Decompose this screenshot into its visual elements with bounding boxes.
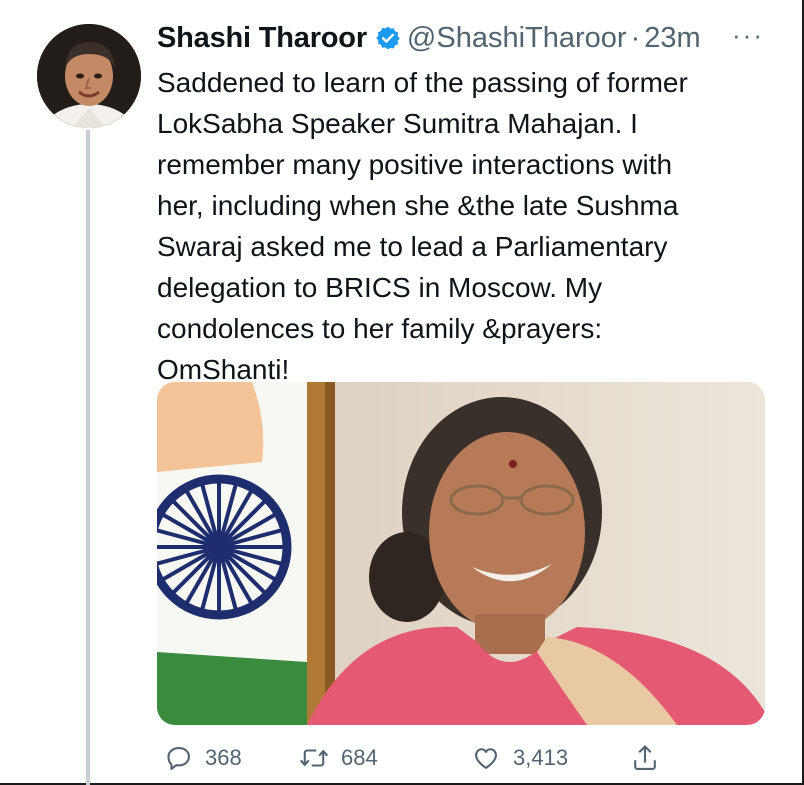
reply-icon bbox=[167, 747, 190, 770]
tweet-media-image[interactable] bbox=[157, 382, 765, 725]
more-options-icon[interactable]: ··· bbox=[732, 20, 764, 51]
share-button[interactable] bbox=[631, 738, 659, 778]
reply-button[interactable]: 368 bbox=[165, 738, 242, 778]
like-count: 3,413 bbox=[513, 745, 569, 770]
reply-count: 368 bbox=[205, 745, 242, 770]
tweet-actions: 368 684 3,413 bbox=[157, 738, 677, 778]
handle[interactable]: @ShashiTharoor bbox=[407, 22, 627, 55]
heart-icon bbox=[475, 748, 497, 769]
retweet-count: 684 bbox=[341, 745, 378, 770]
retweet-icon bbox=[299, 749, 329, 767]
separator-dot: · bbox=[630, 21, 641, 54]
verified-badge-icon bbox=[375, 25, 401, 51]
avatar-image bbox=[37, 24, 141, 128]
tweet-text: Saddened to learn of the passing of form… bbox=[157, 67, 688, 385]
like-button[interactable]: 3,413 bbox=[471, 738, 568, 778]
timestamp[interactable]: 23m bbox=[644, 22, 700, 55]
tweet-header: Shashi Tharoor @ShashiTharoor · 23m ··· bbox=[157, 20, 764, 56]
retweet-button[interactable]: 684 bbox=[299, 738, 378, 778]
avatar[interactable] bbox=[37, 24, 141, 128]
display-name[interactable]: Shashi Tharoor bbox=[157, 22, 367, 55]
share-icon bbox=[634, 745, 656, 770]
thread-line bbox=[86, 130, 90, 785]
